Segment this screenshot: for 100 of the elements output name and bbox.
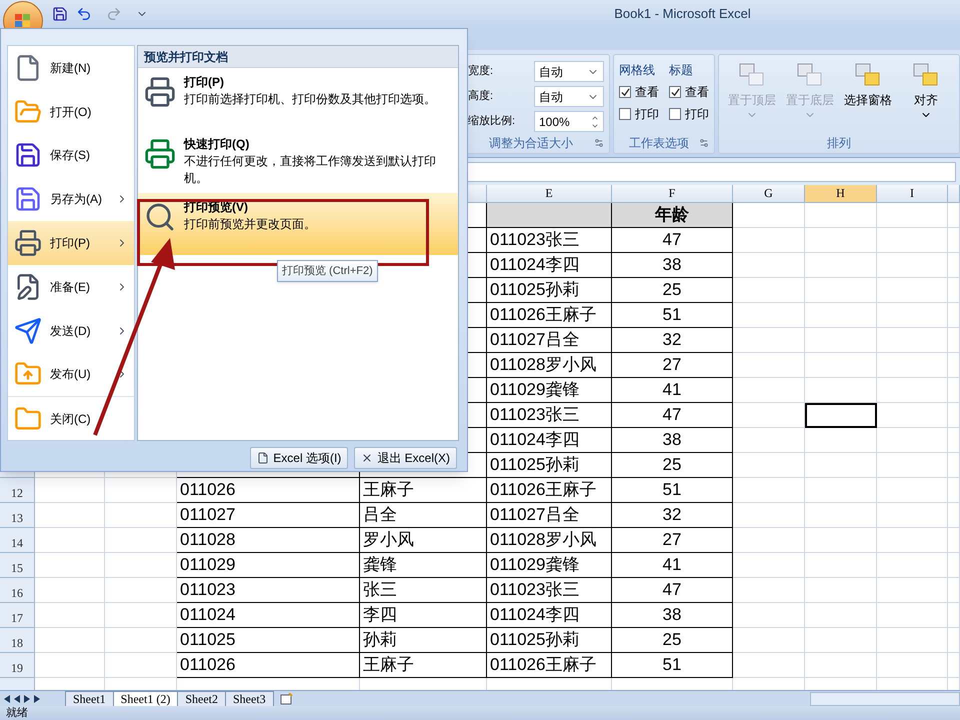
option-checkbox[interactable]: 查看 [669,83,709,101]
tooltip: 打印预览 (Ctrl+F2) [277,260,378,282]
arrange-button[interactable]: 选择窗格 [840,61,896,121]
sheet-tab[interactable]: Sheet1 (2) [112,690,178,706]
table-cell [948,653,960,678]
table-cell: 011027吕全 [487,503,612,528]
print-option[interactable]: 打印(P) 打印前选择打印机、打印份数及其他打印选项。 [138,68,458,130]
table-cell: 罗小风 [360,528,487,553]
table-cell [948,328,960,353]
table-cell: 011024李四 [487,603,612,628]
table-cell: 27 [612,353,733,378]
field-label: 宽度: [468,64,494,80]
option-checkbox[interactable]: 打印 [619,105,659,123]
column-header[interactable]: I [877,185,948,202]
table-cell: 011023张三 [487,228,612,253]
table-cell [733,653,805,678]
column-header[interactable]: F [612,185,733,202]
table-cell: 25 [612,278,733,303]
table-cell [733,553,805,578]
table-cell [105,628,177,653]
table-cell: 011023张三 [487,578,612,603]
menu-item[interactable]: 关闭(C) [8,396,134,440]
table-cell: 41 [612,553,733,578]
menu-item[interactable]: 发送(D) [8,308,134,352]
table-cell: 吕全 [360,503,487,528]
menu-item[interactable]: 另存为(A) [8,177,134,222]
menu-item[interactable]: 发布(U) [8,352,134,396]
table-cell [948,203,960,228]
options-button[interactable]: Excel 选项(I) [250,447,348,469]
table-cell: 011025孙莉 [487,628,612,653]
row-header[interactable]: 14 [0,528,35,553]
table-cell [105,478,177,503]
table-cell: 011026 [177,653,360,678]
table-cell: 38 [612,428,733,453]
undo-icon[interactable] [76,6,92,22]
menu-item[interactable]: 准备(E) [8,264,134,309]
table-cell [733,228,805,253]
group-label: 调整为合适大小 [488,135,574,152]
printer-icon [144,76,176,108]
table-cell: 011024 [177,603,360,628]
table-cell: 32 [612,503,733,528]
option-checkbox[interactable]: 查看 [619,83,659,101]
table-cell [733,353,805,378]
row-header[interactable]: 17 [0,603,35,628]
scale-spinner[interactable]: 100% [534,111,604,132]
table-cell [877,378,948,403]
table-cell: 011024李四 [487,253,612,278]
row-header[interactable]: 16 [0,578,35,603]
table-cell [877,278,948,303]
table-cell: 011027 [177,503,360,528]
table-cell: 25 [612,628,733,653]
table-cell: 47 [612,403,733,428]
table-cell: 27 [612,528,733,553]
table-cell: 李四 [360,603,487,628]
table-cell [35,603,105,628]
horizontal-scrollbar[interactable] [810,692,960,706]
dialog-launcher-icon[interactable] [594,138,604,148]
row-header[interactable]: 18 [0,628,35,653]
print-option[interactable]: 打印预览(V) 打印前预览并更改页面。 [138,193,458,255]
sheet-tab[interactable]: Sheet2 [177,690,226,706]
dialog-launcher-icon[interactable] [699,138,709,148]
table-cell: 41 [612,378,733,403]
column-header[interactable]: H [805,185,877,202]
size-dropdown[interactable]: 自动 [534,61,604,82]
table-cell [733,303,805,328]
table-cell: 011026王麻子 [487,478,612,503]
menu-item[interactable]: 新建(N) [8,46,134,90]
table-cell [877,428,948,453]
table-cell [35,503,105,528]
insert-sheet-icon[interactable] [280,692,294,704]
table-cell: 王麻子 [360,478,487,503]
table-cell [877,403,948,428]
save-as-icon [14,185,42,214]
sheet-tab[interactable]: Sheet1 [65,690,114,706]
menu-item[interactable]: 保存(S) [8,134,134,178]
column-header[interactable]: E [487,185,612,202]
table-cell: 孙莉 [360,628,487,653]
menu-item[interactable]: 打印(P) [8,221,134,265]
table-cell: 011024李四 [487,428,612,453]
row-header[interactable]: 15 [0,553,35,578]
table-cell: 011028 [177,528,360,553]
row-header[interactable]: 19 [0,653,35,678]
row-header[interactable]: 13 [0,503,35,528]
table-cell [877,628,948,653]
print-option[interactable]: 快速打印(Q) 不进行任何更改，直接将工作簿发送到默认打印机。 [138,130,458,193]
menu-item[interactable]: 打开(O) [8,90,134,134]
printer-icon [14,229,42,258]
save-icon[interactable] [52,6,68,22]
table-cell [35,528,105,553]
sheet-tab[interactable]: Sheet3 [225,690,274,706]
arrange-button[interactable]: 对齐 [898,61,954,121]
table-cell: 011025孙莉 [487,453,612,478]
exit-button[interactable]: 退出 Excel(X) [354,447,457,469]
table-cell [948,603,960,628]
table-cell: 47 [612,578,733,603]
row-header[interactable]: 12 [0,478,35,503]
size-dropdown[interactable]: 自动 [534,86,604,107]
table-cell [948,628,960,653]
option-heading: 标题 [669,62,694,79]
option-checkbox[interactable]: 打印 [669,105,709,123]
